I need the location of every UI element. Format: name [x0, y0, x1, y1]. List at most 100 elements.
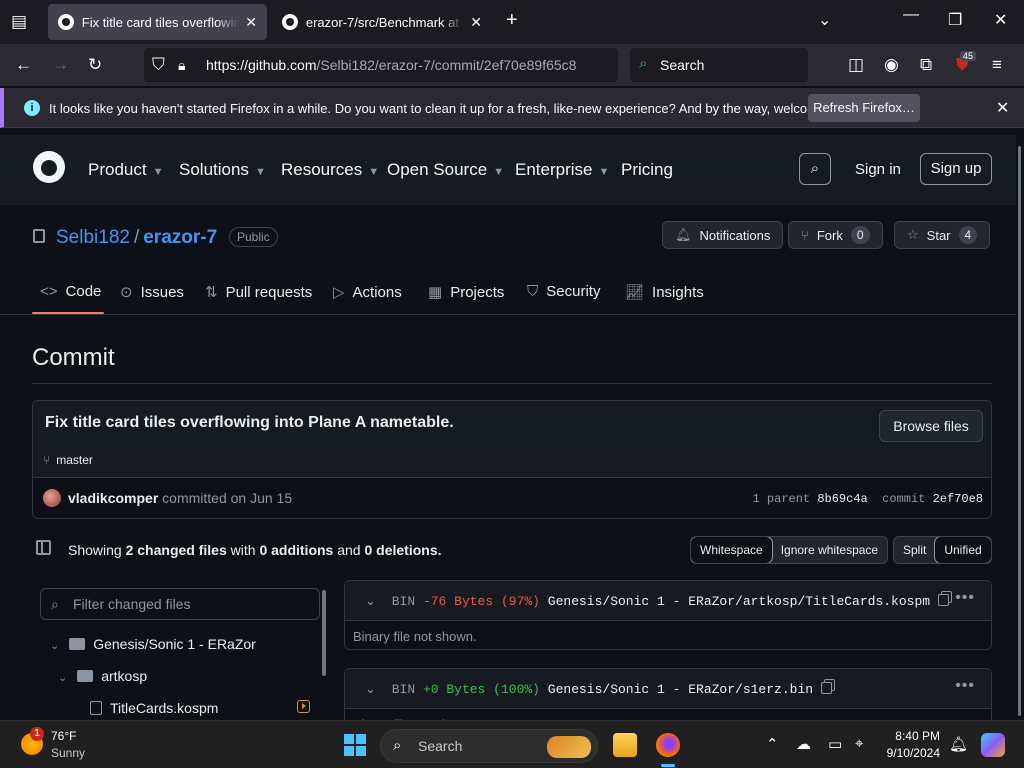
extensions-icon[interactable]: ⧉: [920, 55, 932, 75]
ignore-whitespace-button[interactable]: Ignore whitespace: [772, 537, 887, 563]
list-all-tabs-icon[interactable]: ⌄: [818, 10, 831, 30]
reload-icon[interactable]: ↻: [88, 55, 102, 75]
nav-enterprise[interactable]: Enterprise ▼: [515, 160, 609, 180]
file-explorer-icon[interactable]: [613, 733, 637, 757]
avatar[interactable]: [43, 489, 61, 507]
chevron-down-icon[interactable]: ⌄: [365, 681, 376, 696]
star-button[interactable]: ☆ Star 4: [894, 221, 991, 249]
url-text[interactable]: https://github.com/Selbi182/erazor-7/com…: [206, 57, 586, 73]
tree-folder-row[interactable]: ⌄ Genesis/Sonic 1 - ERaZor: [50, 636, 256, 652]
branch-name: master: [56, 453, 93, 467]
new-tab-icon[interactable]: +: [506, 9, 518, 32]
search-placeholder: Search: [660, 57, 705, 73]
fork-button[interactable]: ⑂ Fork 0: [788, 221, 883, 249]
star-icon: ☆: [907, 227, 919, 242]
tab-security[interactable]: ⛉ Security: [527, 283, 600, 300]
author-link[interactable]: vladikcomper: [68, 490, 158, 506]
system-clock[interactable]: 8:40 PM 9/10/2024: [884, 729, 940, 760]
tab-title: erazor-7/src/Benchmark at master: [305, 14, 464, 30]
tray-overflow-icon[interactable]: ⌃: [766, 735, 779, 753]
firefox-icon[interactable]: [656, 733, 680, 757]
close-tab-icon[interactable]: ✕: [470, 14, 482, 31]
whitespace-toggle: Whitespace Ignore whitespace: [690, 536, 889, 564]
tracking-shield-icon[interactable]: ⛉: [152, 55, 165, 75]
branch-link[interactable]: ⑂ master: [43, 453, 93, 467]
copilot-icon[interactable]: [981, 733, 1005, 757]
file-path-link[interactable]: Genesis/Sonic 1 - ERaZor/artkosp/TitleCa…: [548, 594, 930, 609]
additions-count: 0 additions: [259, 542, 334, 558]
browser-search-bar[interactable]: ⌕ Search: [630, 48, 808, 82]
close-tab-icon[interactable]: ✕: [245, 14, 257, 31]
filter-files-field[interactable]: ⌕: [40, 588, 320, 620]
kebab-menu-icon[interactable]: •••: [955, 677, 975, 695]
tab-actions[interactable]: ▷ Actions: [333, 283, 402, 301]
nav-product[interactable]: Product ▼: [88, 160, 163, 180]
browse-files-button[interactable]: Browse files: [879, 410, 983, 442]
window-close-icon[interactable]: ✕: [994, 10, 1007, 30]
weather-condition[interactable]: Sunny: [51, 746, 85, 760]
tab-pull-requests[interactable]: ⇅ Pull requests: [205, 283, 312, 301]
menu-icon[interactable]: ≡: [992, 55, 1002, 75]
page-scrollbar[interactable]: [1018, 146, 1021, 716]
nav-pricing[interactable]: Pricing: [621, 160, 673, 180]
tree-file-row[interactable]: TitleCards.kospm: [90, 700, 218, 716]
repo-name-link[interactable]: erazor-7: [143, 227, 217, 248]
forward-icon[interactable]: →: [52, 55, 69, 75]
browser-tab[interactable]: erazor-7/src/Benchmark at master ✕: [272, 4, 492, 40]
nav-label: Open Source: [387, 160, 488, 179]
restore-icon[interactable]: ❐: [948, 10, 962, 30]
filter-files-input[interactable]: [73, 589, 313, 619]
tab-code[interactable]: <> Code: [40, 283, 101, 300]
size-change-percent: (97%): [500, 594, 540, 609]
onedrive-icon[interactable]: ☁: [796, 735, 811, 753]
search-button[interactable]: ⌕: [799, 153, 831, 185]
taskbar-search[interactable]: ⌕ Search: [380, 729, 598, 763]
url-bar[interactable]: ⛉ 🔒︎ https://github.com/Selbi182/erazor-…: [144, 48, 618, 82]
display-icon[interactable]: ▭: [828, 735, 842, 753]
sign-up-button[interactable]: Sign up: [920, 153, 992, 185]
search-engine-icon: ⌕: [639, 55, 648, 72]
close-notification-icon[interactable]: ✕: [996, 98, 1009, 118]
notifications-button[interactable]: 🔔︎ Notifications: [662, 221, 784, 249]
browser-tab-active[interactable]: Fix title card tiles overflowing into ✕: [48, 4, 267, 40]
notifications-bell-icon[interactable]: 🔔︎: [949, 735, 968, 753]
kebab-menu-icon[interactable]: •••: [955, 589, 975, 607]
copy-icon[interactable]: [938, 594, 950, 606]
unified-view-button[interactable]: Unified: [934, 537, 991, 563]
file-icon: [90, 701, 102, 715]
chevron-down-icon: ▼: [152, 166, 164, 178]
file-tree-scrollbar[interactable]: [322, 590, 326, 676]
tab-projects[interactable]: ▦ Projects: [428, 283, 504, 301]
extension-badge: 45: [960, 51, 977, 61]
copy-icon[interactable]: [821, 682, 833, 694]
visibility-badge: Public: [229, 227, 278, 247]
parent-hash-link[interactable]: 8b69c4a: [817, 492, 867, 506]
back-icon[interactable]: ←: [15, 55, 32, 75]
repo-owner-link[interactable]: Selbi182: [56, 227, 130, 248]
whitespace-button[interactable]: Whitespace: [691, 537, 773, 563]
file-path-link[interactable]: Genesis/Sonic 1 - ERaZor/s1erz.bin: [548, 682, 813, 697]
tab-insights[interactable]: 📈︎ Insights: [625, 283, 704, 301]
nav-resources[interactable]: Resources ▼: [281, 160, 379, 180]
chevron-down-icon[interactable]: ⌄: [365, 593, 376, 608]
windows-start-icon[interactable]: [344, 734, 366, 756]
sidebar-toggle-icon[interactable]: [36, 540, 51, 555]
pocket-icon[interactable]: ◫: [848, 55, 864, 75]
tab-list-icon[interactable]: ▤: [11, 12, 27, 32]
tree-folder-row[interactable]: ⌄ artkosp: [58, 668, 147, 684]
fork-icon: ⑂: [801, 227, 809, 243]
clock-date: 9/10/2024: [886, 746, 940, 760]
github-logo-icon[interactable]: [33, 151, 65, 183]
account-icon[interactable]: ◉: [884, 55, 899, 75]
tab-issues[interactable]: ⊙ Issues: [120, 283, 184, 301]
network-icon[interactable]: ⌖: [855, 735, 863, 752]
play-icon: ▷: [333, 284, 345, 301]
weather-temperature[interactable]: 76°F: [51, 729, 76, 743]
nav-solutions[interactable]: Solutions ▼: [179, 160, 266, 180]
nav-open-source[interactable]: Open Source ▼: [387, 160, 504, 180]
refresh-firefox-button[interactable]: Refresh Firefox…: [808, 94, 920, 122]
lock-icon[interactable]: 🔒︎: [178, 55, 185, 75]
sign-in-link[interactable]: Sign in: [855, 161, 901, 178]
minimize-icon[interactable]: —: [903, 6, 919, 24]
split-view-button[interactable]: Split: [894, 537, 935, 563]
